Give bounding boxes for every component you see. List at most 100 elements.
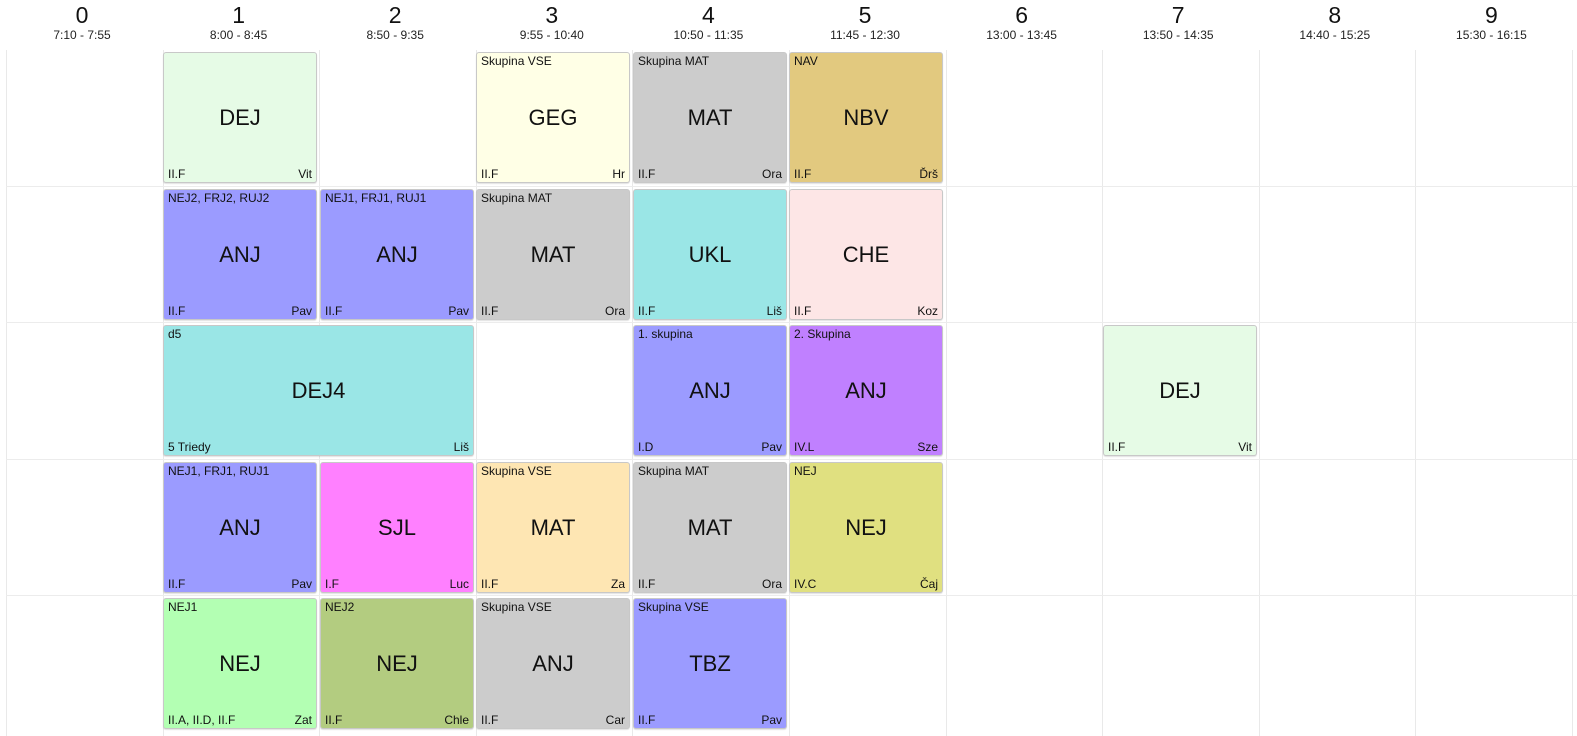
lesson-card[interactable]: NAV NBV II.F Ďrš [789,52,943,183]
lesson-card[interactable]: Skupina MAT MAT II.F Ora [476,189,630,320]
grid-column-divider [1415,50,1416,736]
lesson-class: II.F [481,304,499,318]
lesson-card[interactable]: Skupina MAT MAT II.F Ora [633,52,787,183]
lesson-card[interactable]: Skupina MAT MAT II.F Ora [633,462,787,593]
lesson-card[interactable]: Skupina VSE TBZ II.F Pav [633,598,787,729]
lesson-teacher: Ďrš [919,167,938,181]
period-number: 1 [232,2,245,28]
lesson-card[interactable]: DEJ II.F Vit [1103,325,1257,456]
lesson-subject: DEJ [219,104,261,130]
lesson-subject: GEG [528,104,578,130]
lesson-teacher: Pav [291,577,312,591]
lesson-card[interactable]: CHE II.F Koz [789,189,943,320]
period-time: 8:00 - 8:45 [209,28,268,42]
lesson-teacher: Zat [294,713,312,727]
lesson-teacher: Liš [766,304,782,318]
lesson-group: NEJ1, FRJ1, RUJ1 [325,191,427,205]
lesson-card[interactable]: d5 DEJ4 5 Triedy Liš [163,325,474,456]
lesson-group: Skupina VSE [481,464,552,478]
lesson-teacher: Chle [444,713,469,727]
lesson-card[interactable]: NEJ1, FRJ1, RUJ1 ANJ II.F Pav [163,462,317,593]
period-number: 9 [1484,2,1498,28]
lesson-group: 2. Skupina [794,327,851,341]
lesson-class: I.D [638,440,654,454]
period-number: 0 [75,2,89,28]
lesson-class: IV.C [794,577,817,591]
period-number: 4 [701,2,715,28]
lesson-teacher: Pav [761,713,782,727]
lesson-teacher: Car [605,713,625,727]
grid-column-divider [1259,50,1260,736]
lesson-card[interactable]: Skupina VSE GEG II.F Hr [476,52,630,183]
lesson-class: II.F [481,167,499,181]
lesson-card[interactable]: DEJ II.F Vit [163,52,317,183]
lesson-teacher: Pav [291,304,312,318]
lesson-card[interactable]: 2. Skupina ANJ IV.L Sze [789,325,943,456]
lesson-class: II.A, II.D, II.F [168,713,236,727]
lesson-teacher: Sze [917,440,938,454]
period-time: 7:10 - 7:55 [53,28,111,42]
grid-row-divider [6,459,1577,460]
period-header-9: 9 15:30 - 16:15 [1413,0,1569,48]
lesson-teacher: Vit [298,167,312,181]
period-header-6: 6 13:00 - 13:45 [944,0,1100,48]
lesson-teacher: Ora [604,304,625,318]
lesson-group: 1. skupina [638,327,693,341]
lesson-card[interactable]: NEJ1 NEJ II.A, II.D, II.F Zat [163,598,317,729]
period-number: 6 [1015,2,1028,28]
period-header-7: 7 13:50 - 14:35 [1100,0,1256,48]
lesson-teacher: Ora [761,167,782,181]
period-header-2: 2 8:50 - 9:35 [317,0,473,48]
period-header-3: 3 9:55 - 10:40 [474,0,630,48]
lesson-group: d5 [168,327,182,341]
lesson-card[interactable]: NEJ2, FRJ2, RUJ2 ANJ II.F Pav [163,189,317,320]
period-header-0: 0 7:10 - 7:55 [4,0,160,48]
lesson-subject: SJL [378,514,416,540]
lesson-group: Skupina VSE [638,600,709,614]
lesson-teacher: Čaj [919,577,938,591]
grid-column-divider [1572,50,1573,736]
lesson-subject: MAT [530,514,576,540]
lesson-class: II.F [168,304,186,318]
period-header: 0 7:10 - 7:55 1 8:00 - 8:45 2 8:50 - 9:35 3 9:5… [0,0,1577,48]
lesson-card[interactable]: NEJ NEJ IV.C Čaj [789,462,943,593]
lesson-card[interactable]: NEJ1, FRJ1, RUJ1 ANJ II.F Pav [320,189,474,320]
period-number: 7 [1171,2,1185,28]
period-time: 8:50 - 9:35 [366,28,424,42]
grid-column-divider [6,50,7,736]
lesson-group: NEJ2 [325,600,355,614]
lesson-teacher: Pav [448,304,469,318]
lesson-subject: DEJ [1159,377,1201,403]
lesson-class: II.F [325,713,343,727]
lesson-subject: TBZ [689,650,731,676]
lesson-class: II.F [325,304,343,318]
grid-row-divider [6,595,1577,596]
lesson-class: II.F [794,167,812,181]
grid-row-divider [6,186,1577,187]
lesson-class: II.F [168,577,186,591]
lesson-card[interactable]: UKL II.F Liš [633,189,787,320]
lesson-group: Skupina MAT [638,464,710,478]
lesson-group: NEJ [794,464,817,478]
lesson-card[interactable]: 1. skupina ANJ I.D Pav [633,325,787,456]
lesson-card[interactable]: SJL I.F Luc [320,462,474,593]
lesson-card[interactable]: Skupina VSE MAT II.F Za [476,462,630,593]
lesson-subject: CHE [842,241,890,267]
lesson-card[interactable]: Skupina VSE ANJ II.F Car [476,598,630,729]
lesson-teacher: Vit [1238,440,1252,454]
lesson-group: Skupina MAT [638,54,710,68]
period-time: 9:55 - 10:40 [519,28,584,42]
lesson-group: Skupina VSE [481,54,552,68]
lesson-card[interactable]: NEJ2 NEJ II.F Chle [320,598,474,729]
period-time: 11:45 - 12:30 [830,28,900,42]
lesson-subject: MAT [687,514,733,540]
period-time: 14:40 - 15:25 [1299,28,1371,42]
lesson-class: II.F [638,304,656,318]
lesson-subject: ANJ [532,650,574,676]
period-header-4: 4 10:50 - 11:35 [630,0,786,48]
period-time: 13:50 - 14:35 [1142,28,1214,42]
lesson-teacher: Koz [917,304,938,318]
period-number: 3 [545,2,559,28]
lesson-class: IV.L [794,440,815,454]
lesson-group: NEJ2, FRJ2, RUJ2 [168,191,270,205]
